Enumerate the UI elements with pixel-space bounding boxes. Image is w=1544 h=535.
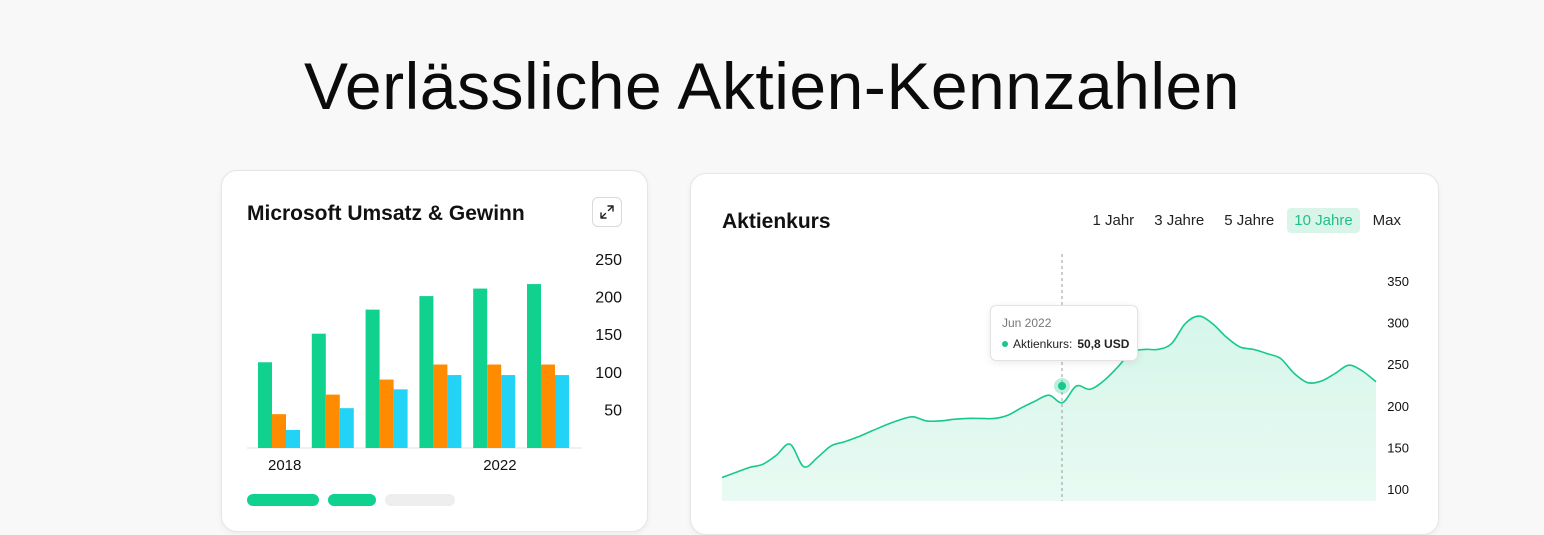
bar-1-series-2 bbox=[339, 408, 354, 448]
x-tick-label: 2022 bbox=[483, 457, 516, 474]
y-tick-label: 250 bbox=[595, 252, 622, 269]
bar-4-series-1 bbox=[487, 364, 502, 448]
stock-price-card: Aktienkurs 1 Jahr 3 Jahre 5 Jahre 10 Jah… bbox=[690, 173, 1439, 535]
tooltip-row: Aktienkurs: 50,8 USD bbox=[1002, 337, 1129, 351]
bar-1-series-1 bbox=[325, 394, 340, 448]
bar-5-series-1 bbox=[541, 364, 555, 448]
bar-5-series-0 bbox=[527, 284, 541, 448]
highlight-point bbox=[1058, 382, 1066, 390]
bar-4-series-0 bbox=[473, 288, 488, 448]
bar-3-series-0 bbox=[419, 296, 434, 448]
bar-2-series-2 bbox=[393, 389, 408, 448]
y-tick-label: 150 bbox=[1387, 440, 1409, 455]
bar-1-series-0 bbox=[311, 333, 326, 448]
y-tick-label: 200 bbox=[1387, 399, 1409, 414]
y-tick-label: 100 bbox=[1387, 482, 1409, 497]
tooltip-value: 50,8 USD bbox=[1077, 337, 1130, 351]
legend-pill-other[interactable] bbox=[385, 494, 455, 506]
bar-5-series-2 bbox=[555, 375, 569, 448]
bar-3-series-2 bbox=[447, 375, 462, 448]
price-tooltip: Jun 2022 Aktienkurs: 50,8 USD bbox=[990, 305, 1138, 361]
tooltip-series-dot bbox=[1002, 341, 1008, 347]
bar-3-series-1 bbox=[433, 364, 448, 448]
y-tick-label: 50 bbox=[604, 402, 622, 419]
tooltip-label: Aktienkurs: bbox=[1013, 337, 1073, 351]
y-tick-label: 350 bbox=[1387, 274, 1409, 289]
bar-2-series-0 bbox=[365, 309, 380, 448]
bar-4-series-2 bbox=[501, 375, 516, 448]
y-tick-label: 200 bbox=[595, 290, 622, 307]
page-headline: Verlässliche Aktien-Kennzahlen bbox=[304, 49, 1240, 123]
bar-2-series-1 bbox=[379, 379, 394, 448]
revenue-profit-card: Microsoft Umsatz & Gewinn 2018 2022 50 100 1… bbox=[221, 170, 648, 532]
y-tick-label: 100 bbox=[595, 365, 622, 382]
revenue-profit-bar-chart: 2018 2022 50 100 150 200 250 bbox=[247, 252, 622, 474]
bar-0-series-0 bbox=[258, 362, 272, 448]
y-tick-label: 150 bbox=[595, 327, 622, 344]
y-tick-label: 300 bbox=[1387, 316, 1409, 331]
y-tick-label: 250 bbox=[1387, 357, 1409, 372]
tooltip-date: Jun 2022 bbox=[1002, 316, 1052, 330]
bar-0-series-1 bbox=[272, 414, 286, 448]
bar-0-series-2 bbox=[286, 429, 300, 448]
x-tick-label: 2018 bbox=[268, 457, 301, 474]
legend-pill-profit[interactable] bbox=[328, 494, 376, 506]
legend-pill-revenue[interactable] bbox=[247, 494, 319, 506]
